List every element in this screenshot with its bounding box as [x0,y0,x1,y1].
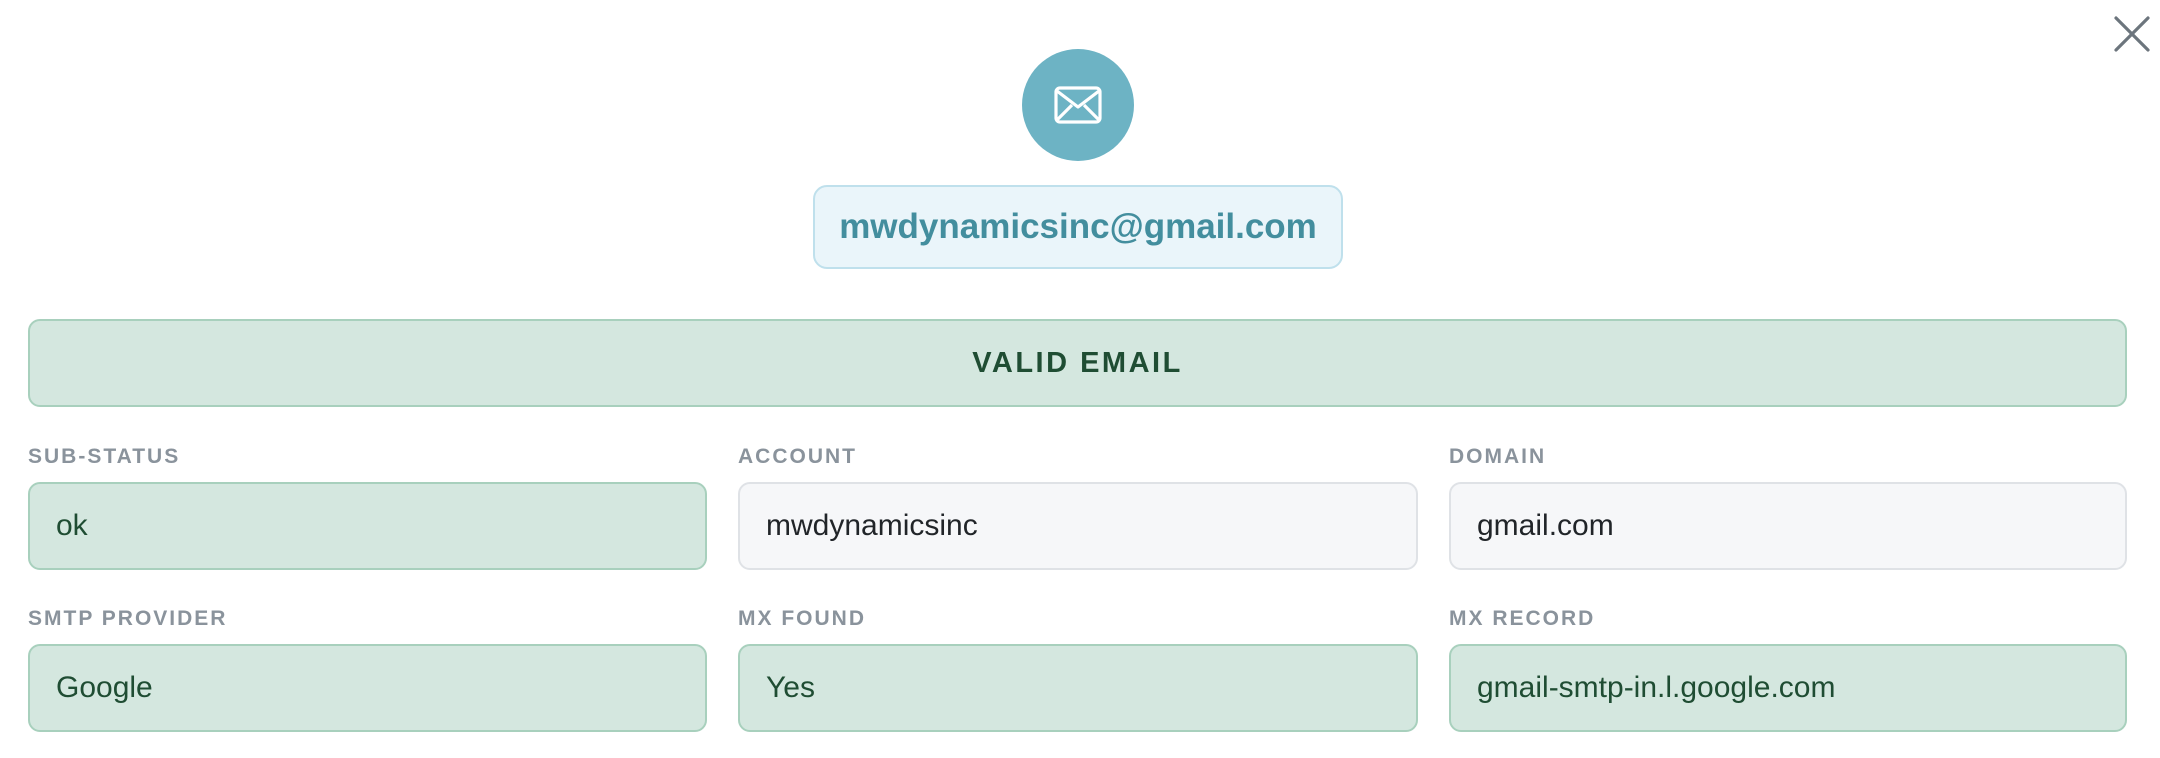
domain-value: gmail.com [1449,482,2127,570]
sub-status-value: ok [28,482,707,570]
mx-record-label: MX RECORD [1449,607,1596,630]
account-label: ACCOUNT [738,445,857,468]
envelope-icon [1054,86,1102,124]
smtp-provider-label: SMTP PROVIDER [28,607,228,630]
domain-label: DOMAIN [1449,445,1547,468]
smtp-provider-value: Google [28,644,707,732]
sub-status-label: SUB-STATUS [28,445,181,468]
mx-found-value: Yes [738,644,1418,732]
close-icon [2114,16,2150,52]
close-button[interactable] [2110,12,2154,56]
mx-record-value: gmail-smtp-in.l.google.com [1449,644,2127,732]
mx-found-label: MX FOUND [738,607,866,630]
email-avatar [1022,49,1134,161]
email-address: mwdynamicsinc@gmail.com [813,185,1343,269]
status-badge: VALID EMAIL [28,319,2127,407]
account-value: mwdynamicsinc [738,482,1418,570]
